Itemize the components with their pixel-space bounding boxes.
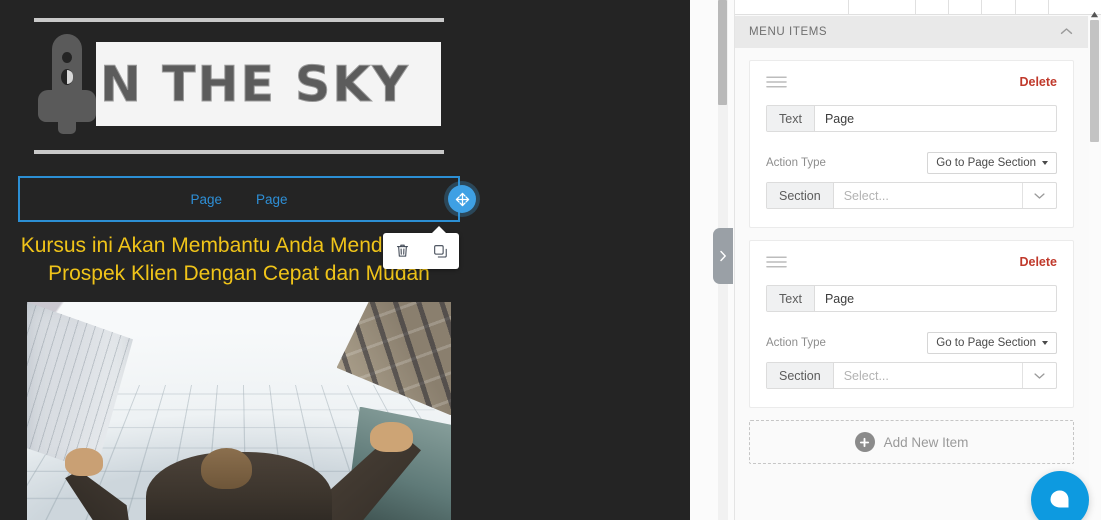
hamburger-drag-icon[interactable] [766,255,787,269]
menu-item-section-field[interactable]: Section Select... [766,182,1057,209]
delete-item-button[interactable]: Delete [1019,255,1057,269]
panel-top-strip [735,0,1101,15]
logo-wordmark: N THE SKY [100,60,410,109]
move-arrows-icon[interactable] [448,185,476,213]
plus-circle-icon [855,432,875,452]
text-field-input[interactable]: Page [815,286,1056,311]
add-new-item-button[interactable]: Add New Item [749,420,1074,464]
action-type-row: Action Type Go to Page Section [766,332,1057,354]
chevron-down-icon[interactable] [1022,183,1056,208]
panel-collapse-toggle[interactable] [713,228,733,284]
nav-section-selected[interactable]: Page Page [18,176,460,222]
action-type-dropdown[interactable]: Go to Page Section [927,152,1057,174]
duplicate-icon[interactable] [427,238,453,264]
action-type-selected-value: Go to Page Section [936,157,1036,169]
site-logo[interactable]: N THE SKY [34,16,444,156]
site-preview-canvas[interactable]: N THE SKY Page Page Kursus ini Akan Memb… [0,0,690,520]
action-type-row: Action Type Go to Page Section [766,152,1057,174]
caret-down-icon [1042,161,1048,165]
panel-scrollbar-thumb[interactable] [1090,20,1099,142]
nav-link-2[interactable]: Page [250,190,294,209]
rocket-icon [38,34,96,139]
chat-bubble-icon[interactable] [1031,471,1089,520]
canvas-scrollbar-thumb[interactable] [718,0,727,105]
trash-icon[interactable] [389,238,415,264]
menu-items-section-header[interactable]: MENU ITEMS [735,16,1088,48]
section-field-addon-label: Section [767,183,834,208]
action-type-dropdown[interactable]: Go to Page Section [927,332,1057,354]
menu-items-list: Delete Text Page Action Type Go to Page … [735,48,1088,520]
text-field-addon-label: Text [767,286,815,311]
settings-panel: MENU ITEMS Delete Text Page Action Type … [734,0,1101,520]
card-top-row: Delete [766,255,1057,269]
action-type-label: Action Type [766,157,826,169]
site-content: N THE SKY Page Page Kursus ini Akan Memb… [0,0,478,520]
page-title: MENU ITEMS [749,26,827,38]
menu-item-card[interactable]: Delete Text Page Action Type Go to Page … [749,60,1074,228]
logo-divider-top [34,18,444,22]
action-type-label: Action Type [766,337,826,349]
menu-item-text-field[interactable]: Text Page [766,105,1057,132]
menu-item-section-field[interactable]: Section Select... [766,362,1057,389]
card-top-row: Delete [766,75,1057,89]
page-builder-screen: N THE SKY Page Page Kursus ini Akan Memb… [0,0,1101,520]
text-field-addon-label: Text [767,106,815,131]
chevron-down-icon[interactable] [1022,363,1056,388]
section-field-addon-label: Section [767,363,834,388]
add-new-item-label: Add New Item [884,435,969,450]
hamburger-drag-icon[interactable] [766,75,787,89]
caret-down-icon [1042,341,1048,345]
delete-item-button[interactable]: Delete [1019,75,1057,89]
logo-divider-bottom [34,150,444,154]
element-toolbar[interactable] [383,233,459,269]
text-field-input[interactable]: Page [815,106,1056,131]
section-field-select[interactable]: Select... [834,363,1022,388]
menu-item-card[interactable]: Delete Text Page Action Type Go to Page … [749,240,1074,408]
logo-wordmark-plate: N THE SKY [96,42,441,126]
nav-link-1[interactable]: Page [184,190,228,209]
hero-image[interactable] [27,302,451,520]
chevron-right-icon [718,249,728,263]
action-type-selected-value: Go to Page Section [936,337,1036,349]
chevron-up-icon[interactable] [1059,23,1074,41]
menu-item-text-field[interactable]: Text Page [766,285,1057,312]
section-field-select[interactable]: Select... [834,183,1022,208]
scroll-up-arrow-icon[interactable] [1090,6,1099,15]
